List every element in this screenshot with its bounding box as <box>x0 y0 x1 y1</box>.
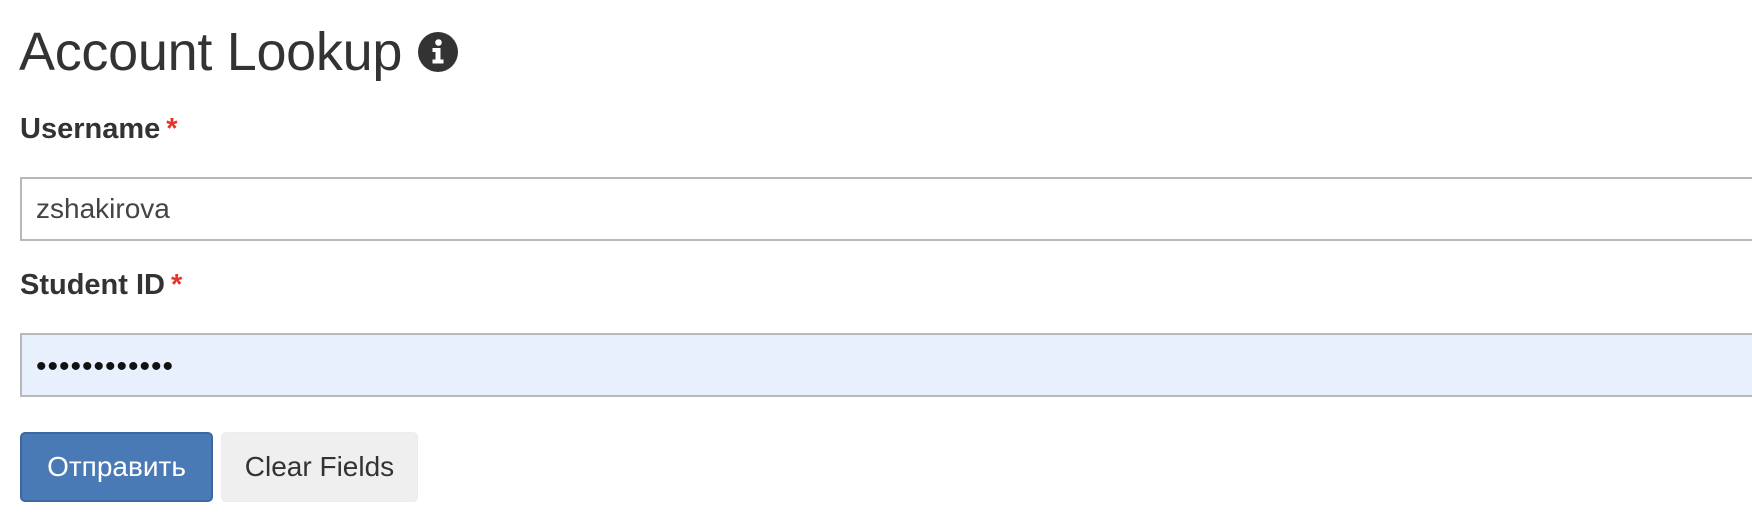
title-row: Account Lookup <box>19 20 459 84</box>
student-id-label-text: Student ID <box>20 269 165 301</box>
username-label: Username * <box>20 112 178 146</box>
page-title: Account Lookup <box>19 22 403 82</box>
account-lookup-page: Account Lookup Username* Student ID* •••… <box>0 0 1752 522</box>
required-indicator: * <box>171 269 183 301</box>
student-id-label: Student ID * <box>20 268 182 302</box>
required-indicator: * <box>166 113 178 145</box>
username-label-text: Username <box>20 113 161 145</box>
student-id-password-input[interactable] <box>20 333 1752 397</box>
submit-button[interactable]: Отправить <box>20 432 213 502</box>
info-circle-icon[interactable] <box>418 32 459 72</box>
clear-fields-button[interactable]: Clear Fields <box>221 432 418 502</box>
username-input[interactable] <box>20 177 1752 241</box>
